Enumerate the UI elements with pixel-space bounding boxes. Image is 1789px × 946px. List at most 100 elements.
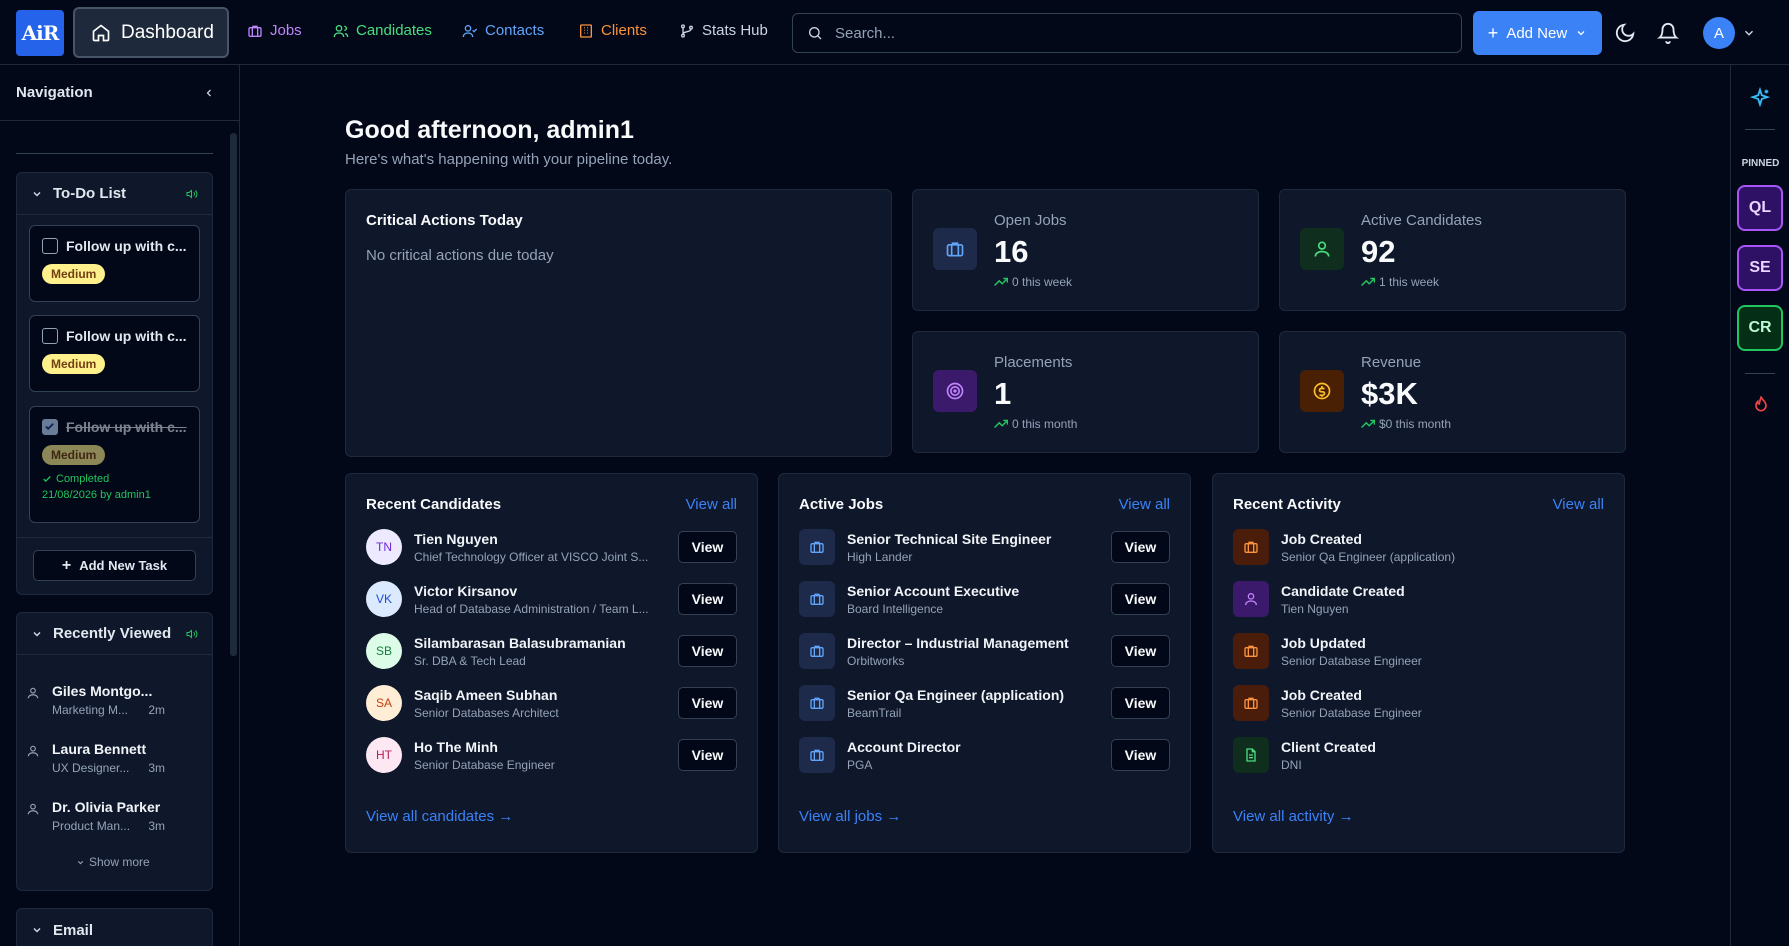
pin-ql[interactable]: QL: [1737, 185, 1783, 231]
chevron-down-icon: [1577, 31, 1585, 36]
stat-label: Placements: [994, 354, 1073, 371]
recent-item-sub: UX Designer...: [52, 761, 130, 775]
moon-icon[interactable]: [1614, 22, 1636, 44]
nav-jobs-label: Jobs: [270, 22, 302, 39]
stat-label: Open Jobs: [994, 212, 1067, 229]
view-all-jobs-link[interactable]: View all: [1119, 496, 1170, 513]
add-task-button[interactable]: + Add New Task: [33, 550, 196, 581]
stat-revenue[interactable]: Revenue $3K $0 this month: [1279, 331, 1626, 453]
stat-sub: 1 this week: [1379, 275, 1440, 289]
nav-clients[interactable]: Clients: [578, 22, 647, 39]
stat-value: 92: [1361, 234, 1396, 269]
view-button[interactable]: View: [678, 583, 737, 615]
recent-activity-card: Recent Activity View all Job Created Seni…: [1212, 473, 1625, 853]
users-icon: [333, 24, 349, 37]
view-button[interactable]: View: [1111, 531, 1170, 563]
stat-open-jobs[interactable]: Open Jobs 16 0 this week: [912, 189, 1259, 311]
recently-viewed-header[interactable]: Recently Viewed: [17, 613, 212, 655]
add-new-button[interactable]: + Add New: [1473, 11, 1602, 55]
stat-value: 16: [994, 234, 1029, 269]
app-logo[interactable]: AiR: [16, 10, 64, 56]
activity-row[interactable]: Job Created Senior Database Engineer: [1233, 683, 1604, 723]
recent-item[interactable]: Laura Bennett UX Designer... 3m: [26, 741, 196, 775]
search-input[interactable]: [835, 24, 1435, 42]
plus-icon: +: [61, 556, 72, 574]
todo-checkbox-checked[interactable]: [42, 419, 58, 435]
user-avatar[interactable]: A: [1703, 17, 1735, 49]
view-all-candidates-link[interactable]: View all: [686, 496, 737, 513]
show-more-button[interactable]: Show more: [76, 855, 150, 869]
completed-status: Completed: [42, 473, 187, 485]
todo-item[interactable]: Follow up with c... Medium: [29, 225, 200, 302]
chevron-down-icon[interactable]: [1742, 26, 1756, 40]
dashboard-button[interactable]: Dashboard: [73, 7, 229, 58]
candidate-row[interactable]: TN Tien Nguyen Chief Technology Officer a…: [366, 527, 737, 567]
candidate-row[interactable]: SA Saqib Ameen Subhan Senior Databases Ar…: [366, 683, 737, 723]
view-button[interactable]: View: [678, 739, 737, 771]
user-icon: [1300, 228, 1344, 270]
activity-row[interactable]: Candidate Created Tien Nguyen: [1233, 579, 1604, 619]
candidate-row[interactable]: VK Victor Kirsanov Head of Database Admin…: [366, 579, 737, 619]
job-row[interactable]: Senior Account Executive Board Intelligen…: [799, 579, 1170, 619]
pin-cr[interactable]: CR: [1737, 305, 1783, 351]
view-all-activity-footer[interactable]: View all activity →: [1233, 808, 1354, 825]
stat-value: $3K: [1361, 376, 1418, 411]
todo-item[interactable]: Follow up with c... Medium: [29, 315, 200, 392]
candidate-name: Silambarasan Balasubramanian: [414, 634, 626, 651]
user-icon: [27, 745, 39, 757]
nav-candidates[interactable]: Candidates: [333, 22, 432, 39]
view-all-jobs-footer[interactable]: View all jobs →: [799, 808, 901, 825]
critical-empty: No critical actions due today: [366, 247, 554, 264]
job-row[interactable]: Senior Qa Engineer (application) BeamTrai…: [799, 683, 1170, 723]
todo-header[interactable]: To-Do List: [17, 173, 212, 215]
collapse-icon[interactable]: [203, 87, 215, 99]
recent-item[interactable]: Dr. Olivia Parker Product Man... 3m: [26, 799, 196, 833]
dollar-icon: [1300, 370, 1344, 412]
speaker-icon[interactable]: [186, 628, 198, 640]
flame-icon[interactable]: [1751, 394, 1771, 414]
sidebar-scrollbar[interactable]: [230, 133, 237, 656]
stat-active-candidates[interactable]: Active Candidates 92 1 this week: [1279, 189, 1626, 311]
candidate-title: Senior Databases Architect: [414, 705, 559, 720]
stat-placements[interactable]: Placements 1 0 this month: [912, 331, 1259, 453]
activity-desc: Senior Database Engineer: [1281, 705, 1422, 720]
bell-icon[interactable]: [1657, 22, 1679, 44]
view-button[interactable]: View: [678, 687, 737, 719]
divider: [17, 537, 212, 538]
job-title: Senior Qa Engineer (application): [847, 686, 1065, 703]
activity-row[interactable]: Client Created DNI: [1233, 735, 1604, 775]
speaker-icon[interactable]: [186, 188, 198, 200]
activity-row[interactable]: Job Created Senior Qa Engineer (applicati…: [1233, 527, 1604, 567]
view-button[interactable]: View: [1111, 739, 1170, 771]
job-row[interactable]: Director – Industrial Management Orbitwor…: [799, 631, 1170, 671]
view-all-candidates-footer[interactable]: View all candidates →: [366, 808, 513, 825]
todo-checkbox[interactable]: [42, 328, 58, 344]
job-row[interactable]: Account Director PGA View: [799, 735, 1170, 775]
activity-row[interactable]: Job Updated Senior Database Engineer: [1233, 631, 1604, 671]
view-all-activity-link[interactable]: View all: [1553, 496, 1604, 513]
view-button[interactable]: View: [678, 531, 737, 563]
nav-stats-hub[interactable]: Stats Hub: [679, 22, 768, 39]
pin-se[interactable]: SE: [1737, 245, 1783, 291]
candidate-row[interactable]: HT Ho The Minh Senior Database Engineer V…: [366, 735, 737, 775]
priority-badge: Medium: [42, 445, 106, 465]
email-header[interactable]: Email: [17, 909, 212, 946]
candidate-row[interactable]: SB Silambarasan Balasubramanian Sr. DBA &…: [366, 631, 737, 671]
search-box[interactable]: [792, 13, 1462, 53]
job-row[interactable]: Senior Technical Site Engineer High Lande…: [799, 527, 1170, 567]
candidate-title: Chief Technology Officer at VISCO Joint …: [414, 549, 649, 564]
recent-item-time: 3m: [148, 761, 165, 775]
view-button[interactable]: View: [1111, 583, 1170, 615]
todo-item-completed[interactable]: Follow up with c... Medium Completed 21/…: [29, 406, 200, 523]
trend-up-icon: [1361, 419, 1375, 429]
recent-item[interactable]: Giles Montgo... Marketing M... 2m: [26, 683, 196, 717]
todo-checkbox[interactable]: [42, 238, 58, 254]
sparkles-icon[interactable]: [1749, 87, 1771, 109]
nav-jobs[interactable]: Jobs: [247, 22, 302, 39]
view-button[interactable]: View: [1111, 635, 1170, 667]
nav-contacts[interactable]: Contacts: [462, 22, 544, 39]
view-button[interactable]: View: [1111, 687, 1170, 719]
completed-label: Completed: [56, 473, 110, 485]
view-button[interactable]: View: [678, 635, 737, 667]
candidate-name: Tien Nguyen: [414, 530, 498, 547]
